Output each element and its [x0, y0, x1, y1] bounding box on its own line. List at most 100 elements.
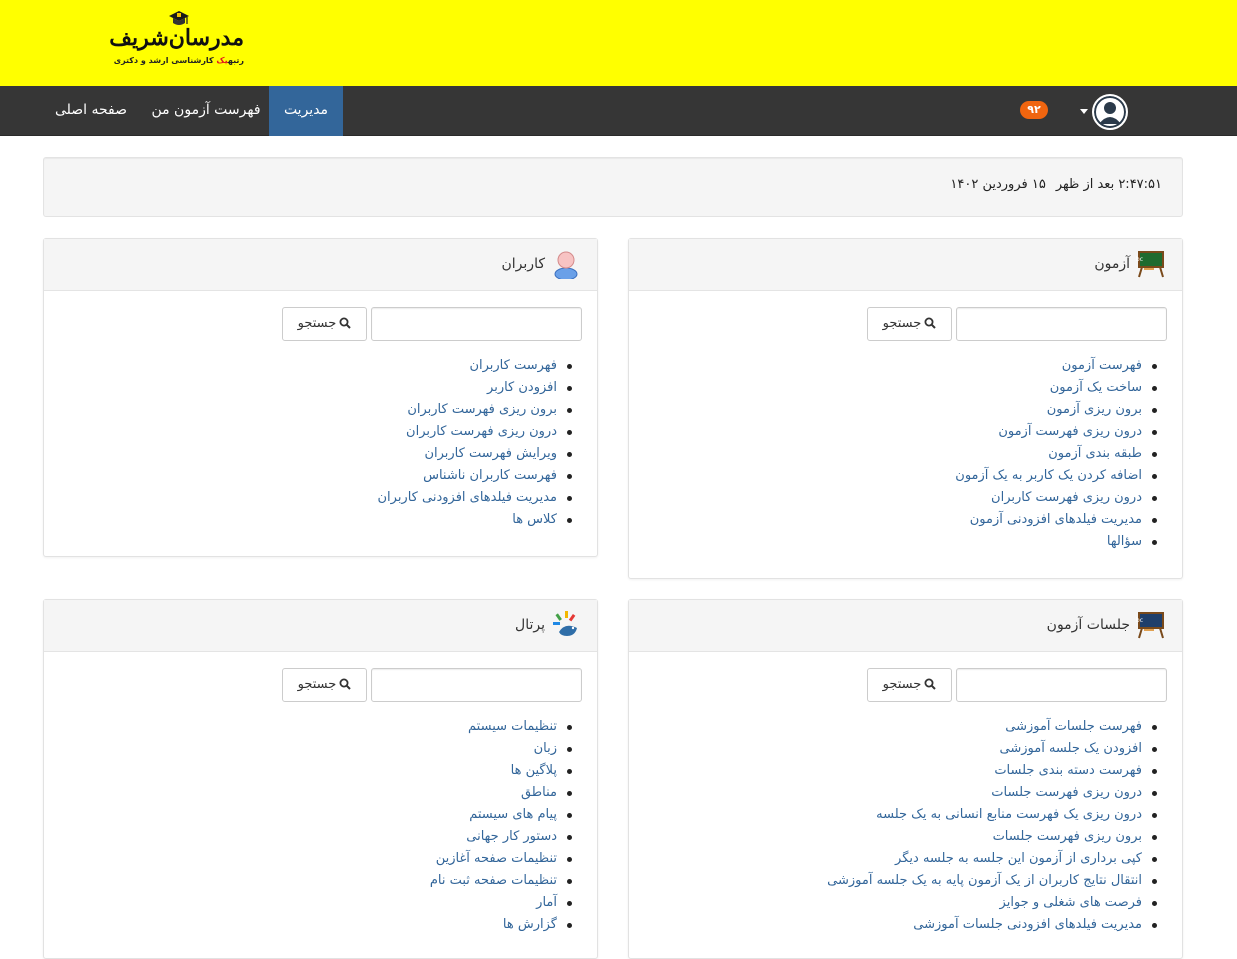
panel-link[interactable]: انتقال نتایج کاربران از یک آزمون پایه به… — [827, 873, 1142, 888]
panel-link[interactable]: دستور کار جهانی — [466, 829, 557, 844]
notification-badge[interactable]: ۹۲ — [1020, 101, 1048, 119]
search-button[interactable]: جستجو — [867, 307, 952, 341]
list-item: آمار — [430, 892, 573, 914]
panel-link[interactable]: درون ریزی فهرست آزمون — [998, 424, 1142, 439]
search-button-label: جستجو — [882, 677, 922, 692]
panel-link[interactable]: تنظیمات صفحه ثبت نام — [430, 873, 557, 888]
logo-tagline-highlight: یک — [216, 56, 228, 65]
panel-link[interactable]: ویرایش فهرست کاربران — [424, 446, 557, 461]
panel-users: کاربران جستجو فهرست کاربران افزودن کاربر ب… — [43, 238, 598, 557]
panel-title: جلسات آزمون — [1046, 617, 1130, 633]
search-button[interactable]: جستجو — [282, 307, 367, 341]
clock-bar: ۲:۴۷:۵۱ بعد از ظهر ۱۵ فروردین ۱۴۰۲ — [43, 157, 1183, 217]
panel-link[interactable]: فهرست جلسات آموزشی — [1005, 719, 1142, 734]
panel-link[interactable]: تنظیمات سیستم — [468, 719, 557, 734]
user-menu-toggle[interactable] — [1076, 94, 1130, 130]
list-item: درون ریزی فهرست کاربران — [377, 421, 572, 443]
panel-link[interactable]: درون ریزی فهرست کاربران — [406, 424, 557, 439]
portal-icon — [553, 611, 577, 636]
panel-link[interactable]: فهرست کاربران — [469, 358, 557, 373]
chalkboard-icon: abc — [1136, 251, 1164, 278]
panel-link[interactable]: درون ریزی یک فهرست منابع انسانی به یک جل… — [876, 807, 1142, 822]
caret-down-icon — [1080, 109, 1088, 114]
panel-link[interactable]: فرصت های شغلی و جوایز — [1000, 895, 1142, 910]
list-item: سؤالها — [955, 531, 1157, 553]
panel-link[interactable]: زبان — [534, 741, 557, 756]
list-item: تنظیمات سیستم — [430, 716, 573, 738]
search-input[interactable] — [956, 668, 1167, 702]
search-button[interactable]: جستجو — [867, 668, 952, 702]
user-silhouette-icon — [1094, 96, 1126, 128]
search-button-label: جستجو — [297, 316, 337, 331]
panel-link[interactable]: کلاس ها — [512, 512, 557, 527]
list-item: ساخت یک آزمون — [955, 377, 1157, 399]
list-item: پیام های سیستم — [430, 804, 573, 826]
list-item: طبقه بندی آزمون — [955, 443, 1157, 465]
list-item: تنظیمات صفحه آغازین — [430, 848, 573, 870]
list-item: تنظیمات صفحه ثبت نام — [430, 870, 573, 892]
search-button-label: جستجو — [297, 677, 337, 692]
list-item: مدیریت فیلدهای افزودنی آزمون — [955, 509, 1157, 531]
list-item: فهرست دسته بندی جلسات — [827, 760, 1157, 782]
nav-home[interactable]: صفحه اصلی — [44, 86, 138, 136]
panel-link[interactable]: طبقه بندی آزمون — [1048, 446, 1142, 461]
panel-title: آزمون — [1094, 256, 1130, 272]
panel-link[interactable]: تنظیمات صفحه آغازین — [436, 851, 557, 866]
nav-admin[interactable]: مدیریت — [269, 86, 343, 136]
panel-link[interactable]: آمار — [536, 895, 557, 910]
panel-link[interactable]: اضافه کردن یک کاربر به یک آزمون — [955, 468, 1142, 483]
search-icon — [924, 678, 937, 690]
list-item: اضافه کردن یک کاربر به یک آزمون — [955, 465, 1157, 487]
panel-link[interactable]: فهرست دسته بندی جلسات — [994, 763, 1142, 778]
panel-link[interactable]: مدیریت فیلدهای افزودنی جلسات آموزشی — [913, 917, 1142, 932]
svg-text:abc: abc — [1136, 256, 1143, 263]
search-input[interactable] — [371, 668, 582, 702]
nav-my-exams[interactable]: فهرست آزمون من — [143, 86, 269, 136]
panel-title: کاربران — [501, 256, 545, 272]
list-item: فهرست جلسات آموزشی — [827, 716, 1157, 738]
panel-link[interactable]: مناطق — [521, 785, 557, 800]
panel-link[interactable]: برون ریزی فهرست کاربران — [407, 402, 557, 417]
list-item: فهرست کاربران ناشناس — [377, 465, 572, 487]
clock-text: ۲:۴۷:۵۱ بعد از ظهر ۱۵ فروردین ۱۴۰۲ — [940, 177, 1162, 192]
panel-link[interactable]: سؤالها — [1107, 534, 1142, 549]
list-item: مدیریت فیلدهای افزودنی جلسات آموزشی — [827, 914, 1157, 936]
panel-header: کاربران — [44, 239, 597, 291]
search-icon — [339, 317, 352, 329]
site-logo[interactable]: مدرسان‌شریف رتبهیک کارشناسی ارشد و دکتری — [109, 10, 244, 74]
link-list: فهرست جلسات آموزشی افزودن یک جلسه آموزشی ف… — [827, 716, 1157, 936]
panel-link[interactable]: مدیریت فیلدهای افزودنی آزمون — [970, 512, 1142, 527]
svg-text:abc: abc — [1136, 617, 1143, 624]
panel-sessions: abc جلسات آزمون جستجو فهرست جلسات آموزشی… — [628, 599, 1183, 959]
panel-link[interactable]: کپی برداری از آزمون این جلسه به جلسه دیگ… — [895, 851, 1142, 866]
list-item: برون ریزی آزمون — [955, 399, 1157, 421]
search-button[interactable]: جستجو — [282, 668, 367, 702]
list-item: درون ریزی یک فهرست منابع انسانی به یک جل… — [827, 804, 1157, 826]
list-item: انتقال نتایج کاربران از یک آزمون پایه به… — [827, 870, 1157, 892]
panel-link[interactable]: ساخت یک آزمون — [1050, 380, 1142, 395]
panel-exam: abc آزمون جستجو فهرست آزمون ساخت یک آزمون… — [628, 238, 1183, 579]
search-input[interactable] — [956, 307, 1167, 341]
panel-link[interactable]: فهرست کاربران ناشناس — [423, 468, 557, 483]
panel-link[interactable]: افزودن یک جلسه آموزشی — [1000, 741, 1142, 756]
panel-link[interactable]: افزودن کاربر — [487, 380, 557, 395]
panel-link[interactable]: برون ریزی آزمون — [1047, 402, 1142, 417]
list-item: گزارش ها — [430, 914, 573, 936]
panel-link[interactable]: برون ریزی فهرست جلسات — [993, 829, 1142, 844]
panel-link[interactable]: درون ریزی فهرست جلسات — [991, 785, 1142, 800]
panel-link[interactable]: فهرست آزمون — [1062, 358, 1142, 373]
panel-title: پرتال — [515, 617, 545, 633]
link-list: تنظیمات سیستم زبان پلاگین ها مناطق پیام های … — [430, 716, 573, 936]
panel-link[interactable]: پیام های سیستم — [469, 807, 557, 822]
panel-link[interactable]: گزارش ها — [503, 917, 557, 932]
panel-link[interactable]: مدیریت فیلدهای افزودنی کاربران — [377, 490, 557, 505]
list-item: افزودن یک جلسه آموزشی — [827, 738, 1157, 760]
panel-link[interactable]: درون ریزی فهرست کاربران — [991, 490, 1142, 505]
list-item: کپی برداری از آزمون این جلسه به جلسه دیگ… — [827, 848, 1157, 870]
list-item: زبان — [430, 738, 573, 760]
panel-link[interactable]: پلاگین ها — [511, 763, 557, 778]
search-button-label: جستجو — [882, 316, 922, 331]
list-item: مدیریت فیلدهای افزودنی کاربران — [377, 487, 572, 509]
list-item: برون ریزی فهرست جلسات — [827, 826, 1157, 848]
search-input[interactable] — [371, 307, 582, 341]
